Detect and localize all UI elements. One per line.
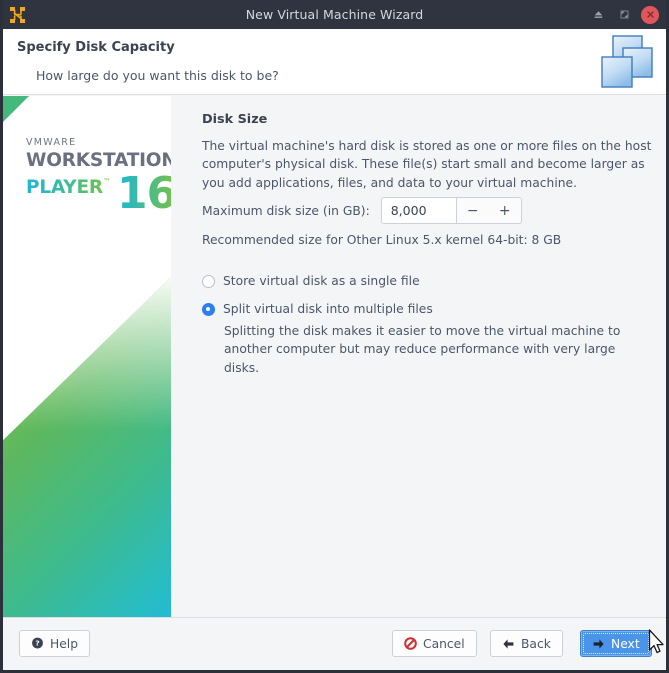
radio-label-split: Split virtual disk into multiple files bbox=[223, 302, 433, 316]
arrow-right-icon bbox=[593, 638, 604, 649]
recommended-size-text: Recommended size for Other Linux 5.x ker… bbox=[202, 233, 562, 247]
maximum-disk-size-row: Maximum disk size (in GB): 8,000 − + bbox=[202, 197, 522, 224]
brand-player-version-row: PLAYER ™ 16 bbox=[26, 172, 171, 216]
disk-size-input[interactable]: 8,000 bbox=[381, 198, 456, 223]
stacked-disks-icon bbox=[596, 33, 658, 91]
vmware-brand-logo: VMWARE WORKSTATION PLAYER ™ 16 bbox=[26, 138, 171, 215]
radio-label-single: Store virtual disk as a single file bbox=[223, 274, 420, 288]
maximize-icon bbox=[619, 10, 629, 19]
arrow-left-icon bbox=[503, 638, 514, 649]
close-button[interactable] bbox=[641, 5, 659, 24]
help-button-label: Help bbox=[50, 636, 79, 651]
window-title: New Virtual Machine Wizard bbox=[245, 7, 424, 22]
no-entry-icon bbox=[404, 637, 417, 650]
wizard-window: New Virtual Machine Wizard Specify Disk … bbox=[0, 0, 669, 673]
trademark-symbol: ™ bbox=[102, 177, 111, 186]
svg-text:?: ? bbox=[35, 639, 39, 648]
brand-vmware-text: VMWARE bbox=[26, 137, 77, 148]
vmware-logo-icon bbox=[7, 5, 29, 25]
wizard-header: Specify Disk Capacity How large do you w… bbox=[3, 29, 666, 95]
section-title-disk-size: Disk Size bbox=[202, 112, 268, 127]
radio-store-single-file[interactable]: Store virtual disk as a single file bbox=[202, 273, 420, 290]
page-subtitle: How large do you want this disk to be? bbox=[36, 68, 279, 83]
maximize-button[interactable] bbox=[611, 2, 637, 28]
branding-sidebar: VMWARE WORKSTATION PLAYER ™ 16 bbox=[3, 96, 171, 617]
radio-split-multiple-files[interactable]: Split virtual disk into multiple files bbox=[202, 301, 433, 318]
help-button[interactable]: ? Help bbox=[19, 630, 91, 657]
close-icon bbox=[646, 11, 654, 18]
brand-player-text: PLAYER bbox=[26, 177, 103, 198]
page-title: Specify Disk Capacity bbox=[17, 40, 175, 55]
split-option-description: Splitting the disk makes it easier to mo… bbox=[224, 324, 621, 375]
radio-indicator-single[interactable] bbox=[202, 275, 215, 288]
wizard-footer: ? Help Cancel Back Next bbox=[3, 617, 666, 670]
cancel-button[interactable]: Cancel bbox=[392, 630, 477, 657]
title-bar: New Virtual Machine Wizard bbox=[3, 0, 666, 29]
next-button-label: Next bbox=[611, 636, 640, 651]
cancel-button-label: Cancel bbox=[423, 636, 465, 651]
disk-size-stepper[interactable]: 8,000 − + bbox=[380, 197, 522, 224]
back-button[interactable]: Back bbox=[490, 630, 563, 657]
shade-icon bbox=[594, 11, 602, 18]
corner-triangle-decoration bbox=[3, 96, 29, 122]
back-button-label: Back bbox=[521, 636, 551, 651]
disk-size-increment-button[interactable]: + bbox=[488, 198, 521, 223]
next-button[interactable]: Next bbox=[580, 630, 652, 657]
shade-button[interactable] bbox=[585, 2, 611, 28]
main-content-panel: Disk Size The virtual machine's hard dis… bbox=[171, 96, 666, 617]
maximum-disk-size-label: Maximum disk size (in GB): bbox=[202, 203, 370, 218]
disk-size-decrement-button[interactable]: − bbox=[455, 198, 489, 223]
question-mark-icon: ? bbox=[32, 637, 43, 649]
brand-version-number: 16 bbox=[117, 172, 171, 216]
disk-size-description: The virtual machine's hard disk is store… bbox=[202, 139, 652, 190]
radio-indicator-split[interactable] bbox=[202, 303, 215, 316]
